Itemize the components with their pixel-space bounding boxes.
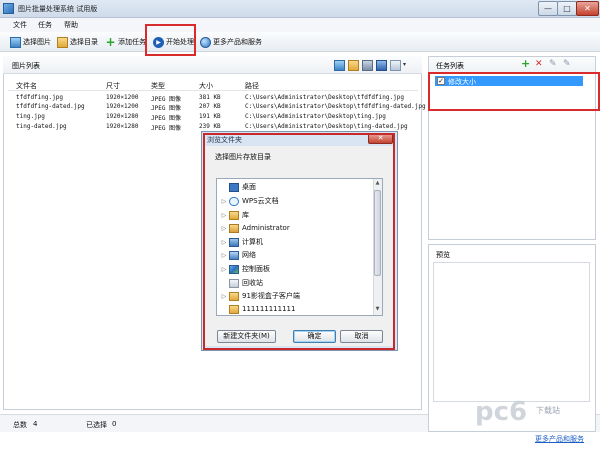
- cell-filesize: 239 KB: [199, 123, 221, 130]
- add-folder-icon[interactable]: [348, 60, 359, 71]
- task-list-highlight: [428, 72, 600, 111]
- select-folder-button[interactable]: 选择目录: [57, 34, 98, 50]
- svg-text:pc6: pc6: [475, 397, 527, 427]
- cell-filename: tfdfdfing.jpg: [16, 94, 63, 101]
- total-count: 4: [33, 420, 38, 428]
- minimize-button[interactable]: —: [538, 1, 558, 16]
- preview-area: [433, 262, 590, 402]
- image-list-title: 图片列表: [12, 62, 40, 70]
- cell-path: C:\Users\Administrator\Desktop\tfdfdfing…: [245, 94, 404, 101]
- cell-path: C:\Users\Administrator\Desktop\ting.jpg: [245, 113, 386, 120]
- close-button[interactable]: ✕: [576, 1, 599, 16]
- cell-type: JPEG 图像: [151, 115, 182, 122]
- start-processing-highlight: [145, 24, 196, 56]
- cell-size: 1920×1200: [106, 103, 139, 110]
- cell-filename: ting.jpg: [16, 113, 45, 120]
- add-task-button[interactable]: + 添加任务: [105, 34, 146, 50]
- add-task-icon[interactable]: +: [521, 58, 530, 69]
- remove-image-icon[interactable]: [362, 60, 373, 71]
- menu-file[interactable]: 文件: [13, 20, 27, 30]
- view-options-icon[interactable]: [390, 60, 401, 71]
- image-list-header: [3, 56, 422, 74]
- menu-help[interactable]: 帮助: [64, 20, 78, 30]
- settings-task-icon[interactable]: ✎: [563, 59, 571, 69]
- watermark-text: 下载站: [536, 406, 560, 415]
- more-products-link[interactable]: 更多产品和服务: [535, 434, 584, 444]
- cell-size: 1920×1280: [106, 123, 139, 130]
- menu-task[interactable]: 任务: [38, 20, 52, 30]
- total-label: 总数: [13, 421, 27, 429]
- add-image-icon[interactable]: [334, 60, 345, 71]
- cell-filesize: 191 KB: [199, 113, 221, 120]
- cell-path: C:\Users\Administrator\Desktop\tfdfdfing…: [245, 103, 426, 110]
- select-images-button[interactable]: 选择图片: [10, 34, 51, 50]
- selected-count: 0: [112, 420, 117, 428]
- folder-icon: [57, 36, 68, 48]
- maximize-button[interactable]: □: [557, 1, 577, 16]
- cell-filename: tfdfdfing-dated.jpg: [16, 103, 85, 110]
- window-title: 图片批量处理系统 试用版: [18, 5, 98, 13]
- cell-size: 1920×1200: [106, 94, 139, 101]
- cell-type: JPEG 图像: [151, 105, 182, 112]
- cell-filename: ting-dated.jpg: [16, 123, 67, 130]
- dialog-highlight: [203, 133, 395, 350]
- cell-filesize: 381 KB: [199, 94, 221, 101]
- app-icon: [3, 3, 14, 14]
- chevron-down-icon[interactable]: ▾: [403, 61, 406, 68]
- header-divider: [8, 90, 418, 91]
- cell-path: C:\Users\Administrator\Desktop\ting-date…: [245, 123, 408, 130]
- remove-task-icon[interactable]: ✕: [535, 59, 543, 69]
- selected-label: 已选择: [86, 421, 107, 429]
- menu-bar: [0, 18, 600, 32]
- image-icon: [10, 36, 21, 48]
- cell-type: JPEG 图像: [151, 125, 182, 132]
- pc6-watermark-logo: pc6: [475, 397, 527, 427]
- select-images-label: 选择图片: [23, 38, 51, 46]
- edit-task-icon[interactable]: ✎: [549, 59, 557, 69]
- plus-icon: +: [105, 34, 116, 49]
- more-products-label: 更多产品和服务: [213, 38, 262, 46]
- add-task-label: 添加任务: [118, 38, 146, 46]
- select-folder-label: 选择目录: [70, 38, 98, 46]
- task-list-title: 任务列表: [436, 62, 464, 70]
- cell-size: 1920×1280: [106, 113, 139, 120]
- cell-filesize: 207 KB: [199, 103, 221, 110]
- preview-title: 预览: [436, 251, 450, 259]
- globe-icon: [200, 36, 211, 48]
- more-products-button[interactable]: 更多产品和服务: [200, 34, 262, 50]
- delete-icon[interactable]: [376, 60, 387, 71]
